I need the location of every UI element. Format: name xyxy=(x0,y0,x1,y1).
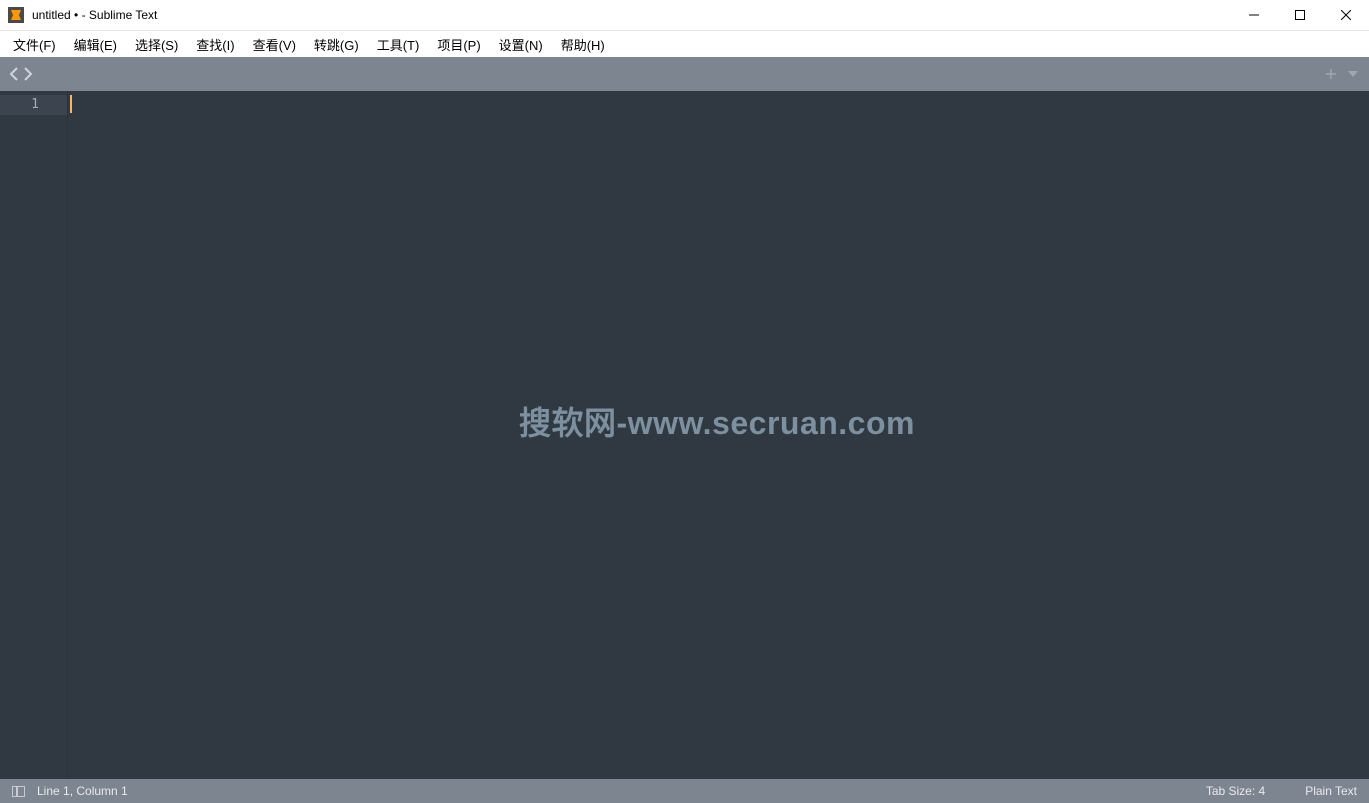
panel-toggle-icon[interactable] xyxy=(12,786,25,797)
line-number: 1 xyxy=(0,95,67,115)
app-icon xyxy=(8,7,24,23)
minimize-button[interactable] xyxy=(1231,0,1277,30)
titlebar: untitled • - Sublime Text xyxy=(0,0,1369,31)
menu-settings[interactable]: 设置(N) xyxy=(490,32,552,57)
watermark-text: 搜软网-www.secruan.com xyxy=(519,398,915,444)
maximize-button[interactable] xyxy=(1277,0,1323,30)
menu-project[interactable]: 项目(P) xyxy=(428,32,489,57)
code-area[interactable]: 搜软网-www.secruan.com xyxy=(68,91,1366,779)
menubar: 文件(F) 编辑(E) 选择(S) 查找(I) 查看(V) 转跳(G) 工具(T… xyxy=(0,31,1369,57)
nav-forward-icon[interactable] xyxy=(22,67,34,81)
window-title: untitled • - Sublime Text xyxy=(32,8,1231,22)
nav-arrows xyxy=(8,67,34,81)
close-button[interactable] xyxy=(1323,0,1369,30)
syntax-mode[interactable]: Plain Text xyxy=(1305,784,1357,798)
status-left: Line 1, Column 1 xyxy=(12,784,128,798)
menu-select[interactable]: 选择(S) xyxy=(126,32,187,57)
tab-size[interactable]: Tab Size: 4 xyxy=(1206,784,1265,798)
menu-tools[interactable]: 工具(T) xyxy=(368,32,429,57)
menu-find[interactable]: 查找(I) xyxy=(187,32,243,57)
tabbar-right-controls xyxy=(1325,68,1359,80)
nav-back-icon[interactable] xyxy=(8,67,20,81)
menu-goto[interactable]: 转跳(G) xyxy=(305,32,368,57)
text-cursor xyxy=(70,95,72,113)
window-controls xyxy=(1231,0,1369,30)
menu-view[interactable]: 查看(V) xyxy=(244,32,305,57)
tab-dropdown-icon[interactable] xyxy=(1347,68,1359,80)
statusbar: Line 1, Column 1 Tab Size: 4 Plain Text xyxy=(0,779,1369,803)
tabbar xyxy=(0,57,1369,91)
cursor-position[interactable]: Line 1, Column 1 xyxy=(37,784,128,798)
menu-edit[interactable]: 编辑(E) xyxy=(65,32,126,57)
menu-file[interactable]: 文件(F) xyxy=(4,32,65,57)
menu-help[interactable]: 帮助(H) xyxy=(552,32,614,57)
editor-area: 1 搜软网-www.secruan.com xyxy=(0,91,1369,779)
gutter: 1 xyxy=(0,91,68,779)
status-right: Tab Size: 4 Plain Text xyxy=(1206,784,1357,798)
new-tab-icon[interactable] xyxy=(1325,68,1337,80)
